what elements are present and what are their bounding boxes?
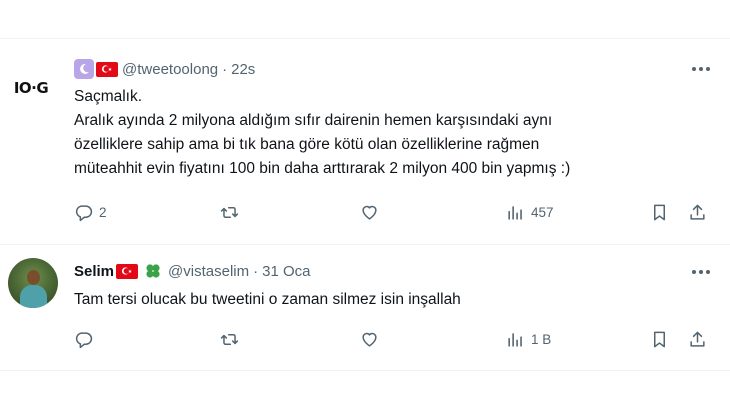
like-button[interactable] (360, 330, 385, 349)
bookmark-button[interactable] (650, 330, 669, 349)
avatar[interactable] (8, 258, 58, 308)
tweet[interactable]: IO·G @tweetoolong · 22s Saçmalık. Aralık… (0, 39, 730, 244)
tweet-actions: 2 457 (74, 203, 714, 223)
tweet-handle[interactable]: @vistaselim (168, 263, 249, 280)
turkey-flag-icon (96, 61, 118, 77)
tweet-time[interactable]: 31 Oca (262, 263, 310, 280)
reply-button[interactable] (74, 330, 99, 349)
more-options-button[interactable] (690, 262, 712, 282)
retweet-icon (220, 333, 239, 346)
more-icon (692, 270, 710, 274)
reply-icon (75, 332, 93, 349)
tweet[interactable]: Selim @vistaselim · 31 Oca Tam tersi olu… (0, 245, 730, 370)
avatar-logo-text: IO·G (13, 79, 49, 97)
tweet-time[interactable]: 22s (231, 61, 255, 78)
retweet-icon (220, 206, 239, 219)
share-icon (690, 331, 705, 347)
tweet-text-line: özelliklere sahip ama bi tık bana göre k… (74, 136, 540, 153)
tweet-text: Tam tersi olucak bu tweetini o zaman sil… (74, 288, 714, 312)
tweet-text-line: Saçmalık. (74, 88, 143, 105)
views-icon (508, 206, 522, 220)
tweet-header: Selim @vistaselim · 31 Oca (74, 262, 310, 280)
heart-icon (362, 332, 377, 347)
tweet-text-line: müteahhit evin fiyatını 100 bin daha art… (74, 160, 571, 177)
share-button[interactable] (688, 330, 707, 349)
separator-dot: · (253, 262, 259, 280)
tweet-handle[interactable]: @tweetoolong (122, 61, 218, 78)
moon-badge-icon (74, 59, 94, 79)
tweet-text-line: Aralık ayında 2 milyona aldığım sıfır da… (74, 112, 553, 129)
views-count: 457 (531, 205, 554, 220)
bookmark-icon (653, 331, 666, 348)
views-button[interactable]: 1 B (506, 330, 551, 349)
separator-dot: · (222, 60, 228, 78)
retweet-button[interactable] (220, 203, 245, 222)
like-button[interactable] (360, 203, 385, 222)
more-options-button[interactable] (690, 59, 712, 79)
tweet-text-line: Tam tersi olucak bu tweetini o zaman sil… (74, 291, 461, 308)
bottom-divider (0, 370, 730, 371)
clover-icon (146, 264, 160, 278)
bookmark-button[interactable] (650, 203, 669, 222)
more-icon (692, 67, 710, 71)
share-button[interactable] (688, 203, 707, 222)
reply-icon (75, 205, 93, 222)
heart-icon (362, 205, 377, 220)
bookmark-icon (653, 204, 666, 221)
avatar[interactable]: IO·G (8, 65, 54, 111)
retweet-button[interactable] (220, 330, 245, 349)
avatar-head (27, 270, 40, 285)
tweet-actions: 1 B (74, 330, 714, 350)
views-count: 1 B (531, 332, 552, 347)
reply-button[interactable]: 2 (74, 203, 107, 222)
tweet-header: @tweetoolong · 22s (74, 59, 255, 79)
tweet-display-name[interactable]: Selim (74, 263, 114, 280)
views-button[interactable]: 457 (506, 203, 554, 222)
views-icon (508, 333, 522, 347)
turkey-flag-icon (116, 263, 139, 279)
reply-count: 2 (99, 205, 107, 220)
avatar-body (20, 285, 47, 308)
tweet-text: Saçmalık. Aralık ayında 2 milyona aldığı… (74, 85, 714, 181)
share-icon (690, 204, 705, 220)
